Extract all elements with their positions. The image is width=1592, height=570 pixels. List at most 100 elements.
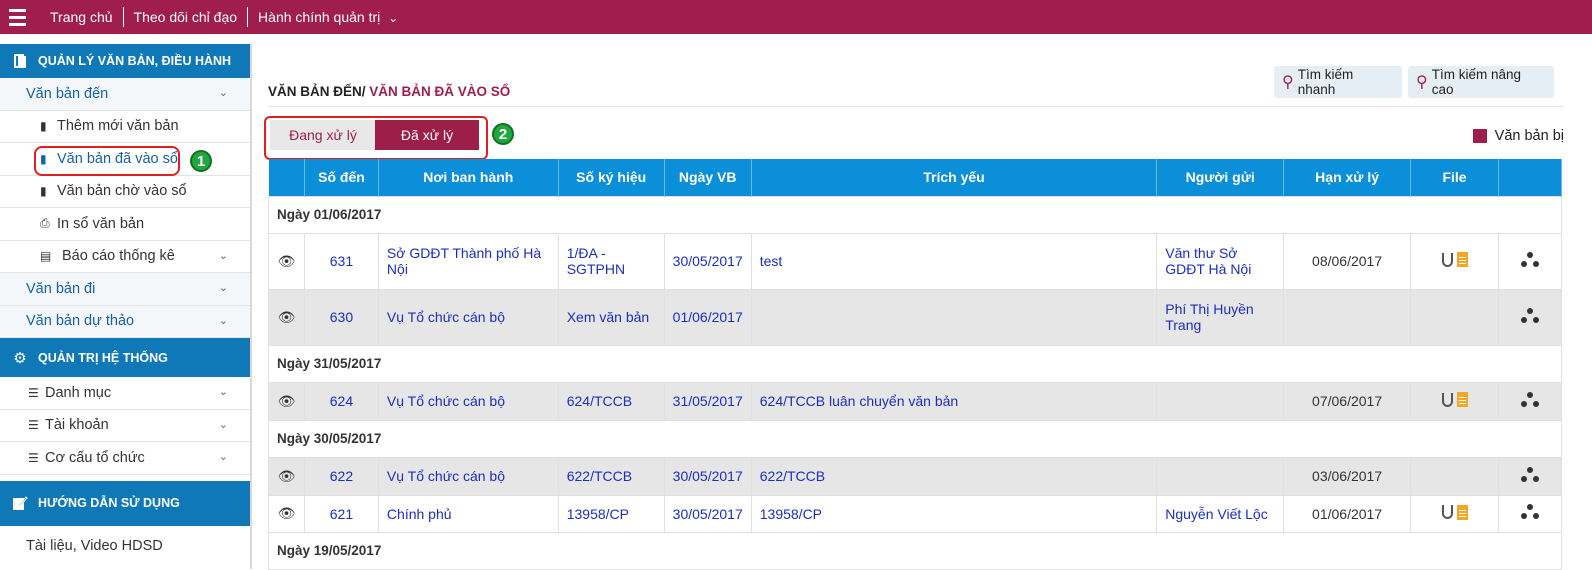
cell-trich-yeu[interactable] [750,288,1158,346]
hamburger-menu-icon[interactable] [0,0,34,34]
nav-home[interactable]: Trang chủ [34,7,124,27]
sidebar-item-catalog[interactable]: ☰ Danh mục ⌄ [0,377,250,410]
view-cell[interactable]: 👁 [268,381,305,421]
sidebar-section-system-admin[interactable]: ⚙ QUẢN TRỊ HỆ THỐNG [0,338,250,377]
share-icon[interactable] [1520,504,1539,520]
cell-ngay-vb[interactable]: 01/06/2017 [663,288,752,346]
sidebar-item-draft[interactable]: Văn bản dự thảo ⌄ [0,305,250,338]
document-icon[interactable] [1456,392,1468,408]
sidebar-item-add-document[interactable]: ▮ Thêm mới văn bản [0,111,250,143]
view-cell[interactable]: 👁 [268,456,305,496]
list-icon: ☰ [28,450,39,465]
advanced-search-button[interactable]: ⚲ Tìm kiếm nâng cao [1408,66,1554,98]
cell-ngay-vb[interactable]: 30/05/2017 [663,494,752,533]
cell-nguoi-gui[interactable]: Nguyễn Viết Lộc [1156,494,1285,533]
zoom-search-icon: ⚲ [1416,74,1428,91]
share-icon[interactable] [1520,307,1539,324]
sidebar-item-label: Văn bản đến [26,85,109,102]
cell-trich-yeu[interactable]: test [750,232,1158,290]
table-row[interactable]: 👁 624 Vụ Tổ chức cán bộ 624/TCCB 31/05/2017 6… [268,381,1563,421]
table-row[interactable]: 👁 631 Sở GDĐT Thành phố Hà Nội 1/ĐA - SGTPH… [268,232,1563,290]
cell-file [1410,232,1499,290]
eye-icon[interactable]: 👁 [278,253,296,269]
cell-ngay-vb[interactable]: 30/05/2017 [663,456,752,496]
document-icon[interactable] [1456,252,1468,268]
cell-trich-yeu[interactable]: 622/TCCB [750,456,1158,496]
sidebar-item-outgoing[interactable]: Văn bản đi ⌄ [0,273,250,306]
col-header[interactable]: Số ký hiệu [558,159,665,196]
table-row[interactable]: 👁 630 Vụ Tổ chức cán bộ Xem văn bản 01/06/20… [268,288,1563,346]
cell-file [1410,381,1499,421]
eye-icon[interactable]: 👁 [278,309,296,325]
cell-noi-ban-hanh[interactable]: Vụ Tổ chức cán bộ [377,456,559,496]
sidebar-item-print-register[interactable]: ⎙ In sổ văn bản [0,208,250,241]
tab-processed[interactable]: Đã xử lý [375,120,479,150]
table-row[interactable]: 👁 622 Vụ Tổ chức cán bộ 622/TCCB 30/05/2017 6… [268,456,1563,496]
sidebar-item-label: Tài liệu, Video HDSD [26,537,163,554]
cell-so-ky-hieu[interactable]: 624/TCCB [557,381,665,421]
cell-noi-ban-hanh[interactable]: Sở GDĐT Thành phố Hà Nội [377,232,559,290]
breadcrumb-parent[interactable]: VĂN BẢN ĐẾN/ [268,84,366,99]
chevron-down-icon: ⌄ [218,87,228,99]
cell-trich-yeu[interactable]: 13958/CP [750,494,1158,533]
cell-han-xu-ly [1283,288,1412,346]
sidebar-item-guide-docs[interactable]: Tài liệu, Video HDSD [0,525,250,566]
cell-so-ky-hieu[interactable]: Xem văn bản [557,288,665,346]
cell-so-ky-hieu[interactable]: 1/ĐA - SGTPHN [557,232,665,290]
col-header[interactable]: Số đến [304,159,379,196]
cell-ngay-vb[interactable]: 31/05/2017 [663,381,752,421]
cell-so-den[interactable]: 624 [303,381,379,421]
list-icon: ▤ [40,249,52,264]
attachment-icon[interactable] [1441,392,1453,407]
cell-so-den[interactable]: 621 [303,494,379,533]
sidebar-section-document-management[interactable]: QUẢN LÝ VĂN BẢN, ĐIỀU HÀNH [0,44,250,78]
col-header[interactable]: Người gửi [1156,159,1285,196]
col-header[interactable]: Nơi ban hành [378,159,559,196]
table-row[interactable]: 👁 621 Chính phủ 13958/CP 30/05/2017 13958/CP N… [268,494,1563,533]
nav-tracking[interactable]: Theo dõi chỉ đạo [124,7,249,27]
cell-nguoi-gui[interactable] [1156,456,1285,496]
sidebar-item-org-structure[interactable]: ☰ Cơ cấu tổ chức ⌄ [0,442,250,475]
eye-icon[interactable]: 👁 [278,505,296,521]
eye-icon[interactable]: 👁 [278,468,296,484]
share-icon[interactable] [1520,391,1539,408]
cell-ngay-vb[interactable]: 30/05/2017 [663,232,752,290]
col-header[interactable]: Ngày VB [664,159,752,196]
cell-trich-yeu[interactable]: 624/TCCB luân chuyển văn bản [750,381,1158,421]
sidebar-item-report[interactable]: ▤ Báo cáo thống kê ⌄ [0,241,250,273]
attachment-icon[interactable] [1441,252,1453,267]
sidebar-item-pending-registration[interactable]: ▮ Văn bản chờ vào sổ [0,176,250,208]
document-icon[interactable] [1456,504,1468,520]
group-label: Ngày 31/05/2017 [268,344,1562,383]
cell-so-den[interactable]: 622 [303,456,379,496]
share-icon[interactable] [1520,466,1539,483]
view-cell[interactable]: 👁 [268,288,305,346]
quick-search-button[interactable]: ⚲ Tìm kiếm nhanh [1274,66,1402,98]
sidebar-section-guide[interactable]: HƯỚNG DẪN SỬ DỤNG [0,480,250,526]
view-cell[interactable]: 👁 [268,232,305,290]
cell-noi-ban-hanh[interactable]: Chính phủ [377,494,559,533]
cell-so-ky-hieu[interactable]: 13958/CP [557,494,665,533]
cell-so-ky-hieu[interactable]: 622/TCCB [557,456,665,496]
cell-action [1497,494,1563,533]
sidebar-item-incoming[interactable]: Văn bản đến ⌄ [0,78,250,111]
share-icon[interactable] [1520,251,1539,268]
col-header[interactable]: Hạn xử lý [1283,159,1412,196]
col-header[interactable]: Trích yếu [751,159,1158,196]
cell-so-den[interactable]: 631 [303,232,379,290]
cell-nguoi-gui[interactable] [1156,381,1285,421]
file-icons [1441,504,1468,520]
cell-noi-ban-hanh[interactable]: Vụ Tổ chức cán bộ [377,381,559,421]
sidebar-item-accounts[interactable]: ☰ Tài khoản ⌄ [0,410,250,442]
cell-nguoi-gui[interactable]: Văn thư Sở GDĐT Hà Nội [1156,232,1285,290]
tab-processing[interactable]: Đang xử lý [270,120,376,150]
attachment-icon[interactable] [1441,505,1453,520]
eye-icon[interactable]: 👁 [278,393,296,409]
cell-noi-ban-hanh[interactable]: Vụ Tổ chức cán bộ [377,288,559,346]
view-cell[interactable]: 👁 [268,494,305,533]
nav-admin[interactable]: Hành chính quản trị ⌄ [248,7,408,28]
sidebar-section-label: QUẢN LÝ VĂN BẢN, ĐIỀU HÀNH [38,54,232,68]
cell-so-den[interactable]: 630 [303,288,379,346]
step-badge: 1 [190,150,212,172]
cell-nguoi-gui[interactable]: Phí Thị Huyền Trang [1156,288,1285,346]
